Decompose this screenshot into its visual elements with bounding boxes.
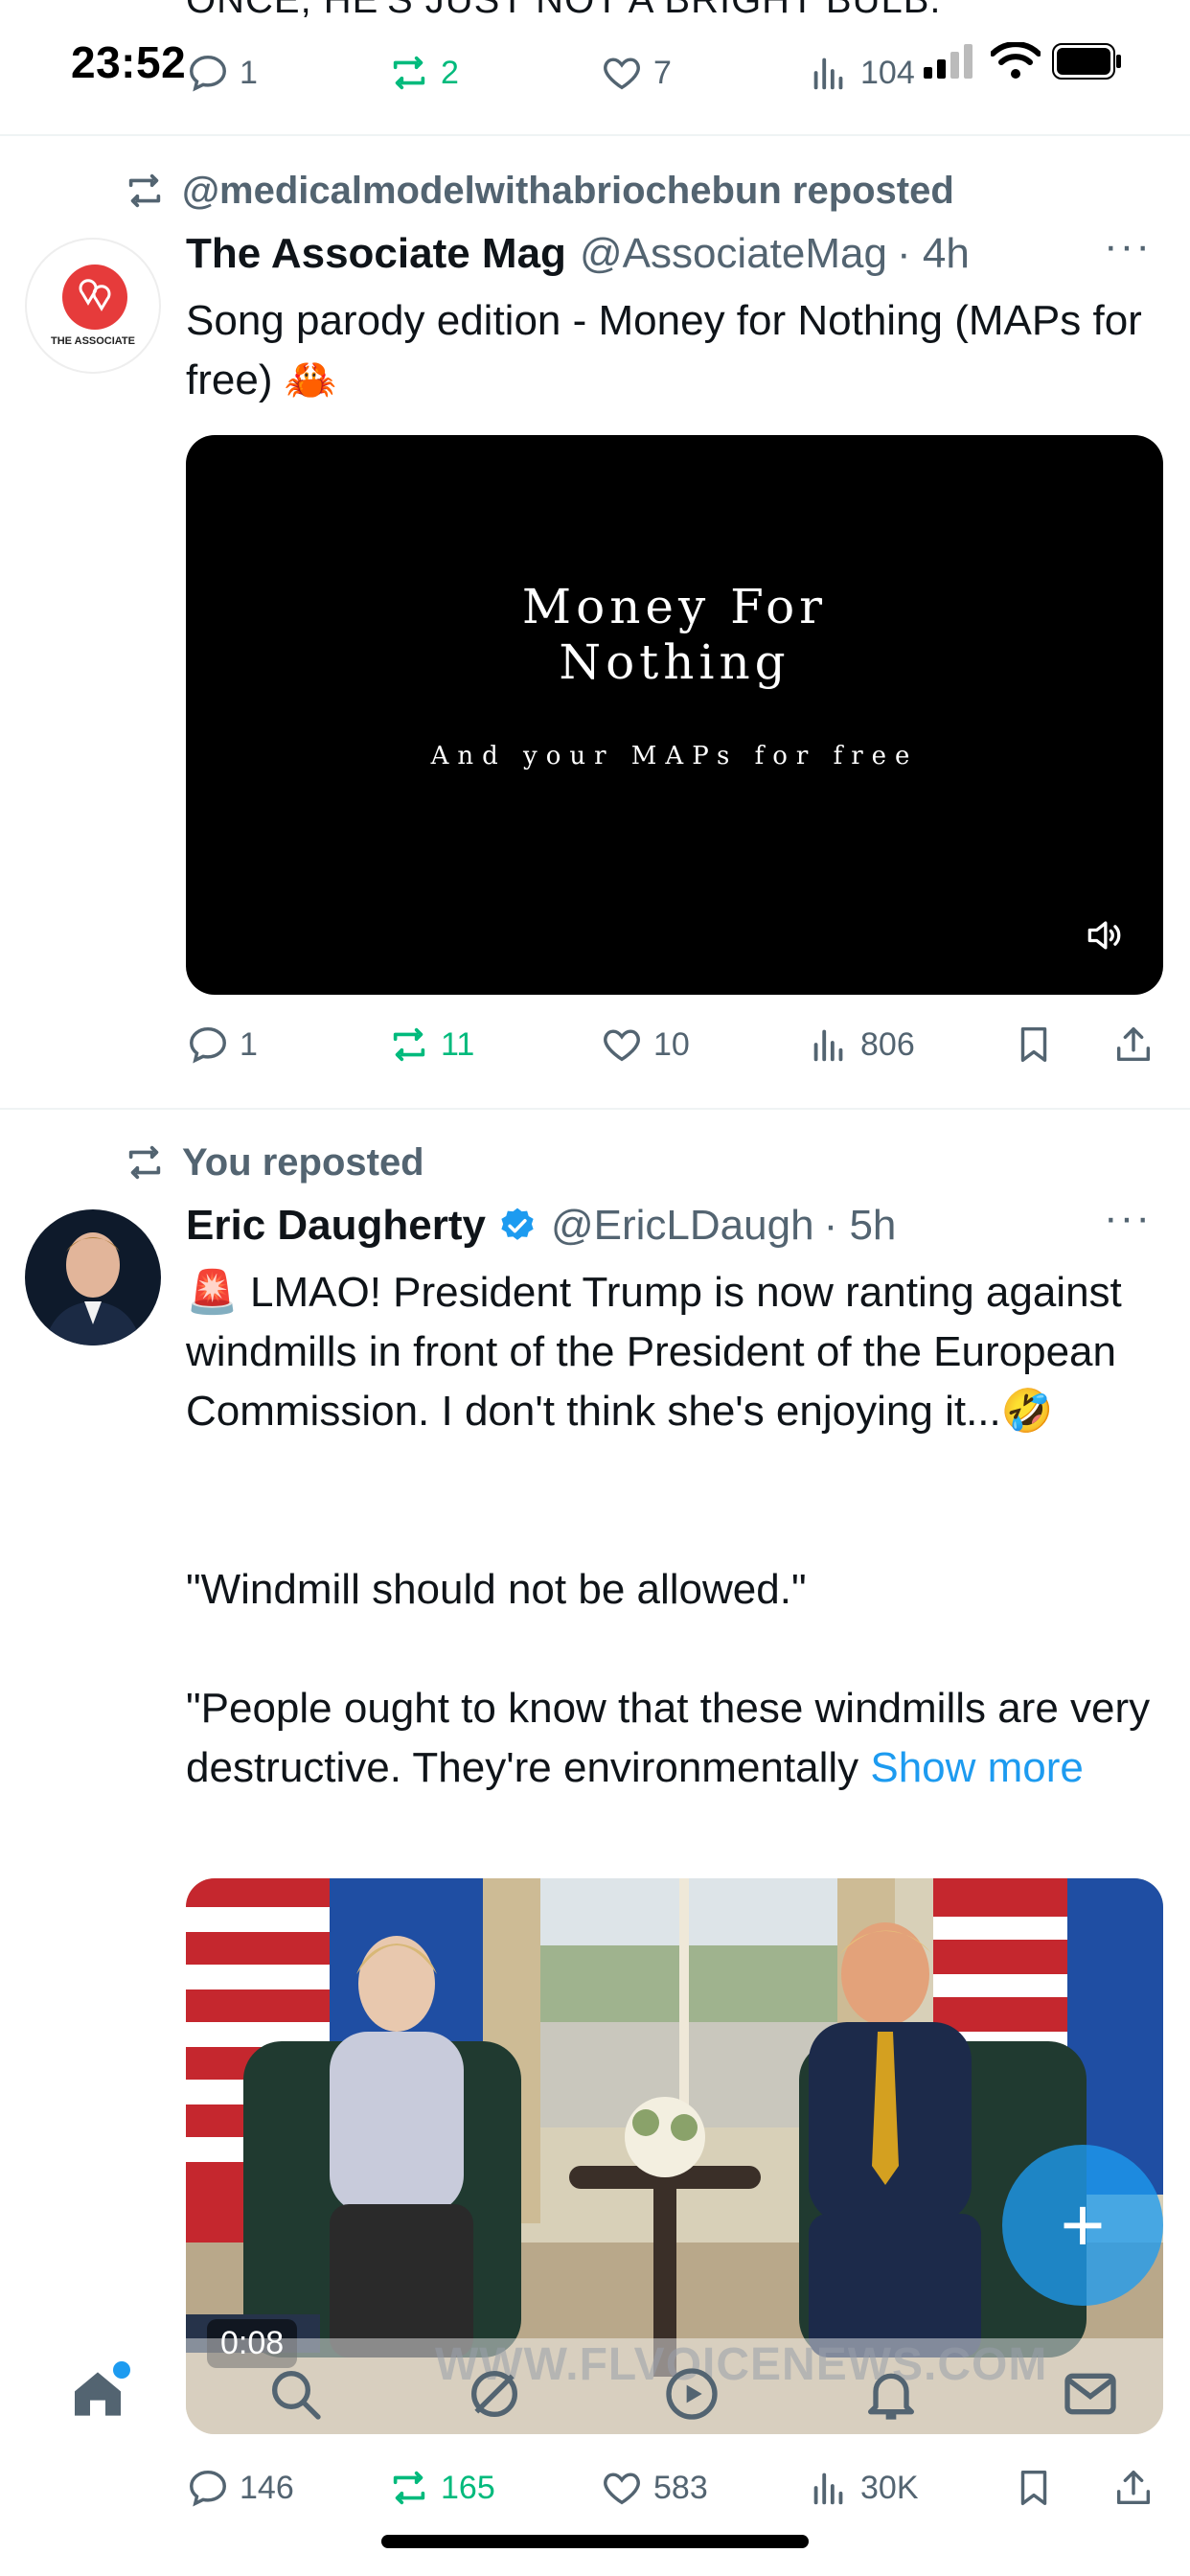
reply-button[interactable]: 1: [186, 1023, 258, 1067]
repost-indicator[interactable]: @medicalmodelwithabriochebun reposted: [123, 169, 954, 213]
views-icon: [813, 2472, 843, 2505]
like-icon: [604, 2472, 640, 2505]
tweet-text-paragraph-2: "Windmill should not be allowed.": [186, 1566, 807, 1613]
reply-count: 146: [240, 2469, 294, 2506]
tab-video[interactable]: [661, 2363, 722, 2425]
author-name[interactable]: Eric Daugherty: [186, 1202, 486, 1250]
associate-logo: [62, 264, 127, 330]
reply-button[interactable]: 146: [186, 2466, 294, 2510]
tweet-actions: 146 165 583 30K: [186, 2459, 1177, 2517]
repost-icon: [128, 1145, 161, 1180]
like-count: 7: [653, 54, 672, 91]
repost-icon: [393, 2471, 425, 2505]
views-count: 104: [860, 54, 915, 91]
video-player[interactable]: Money For Nothing And your MAPs for free: [186, 435, 1163, 995]
messages-icon: [1064, 2373, 1116, 2415]
previous-tweet-actions: 1 2 7 104: [186, 44, 1177, 102]
like-button[interactable]: 10: [600, 1023, 690, 1067]
grok-icon: [471, 2371, 517, 2417]
bookmark-icon: [1020, 2470, 1047, 2506]
author-name[interactable]: The Associate Mag: [186, 230, 566, 278]
compose-plus-icon: +: [1060, 2182, 1106, 2267]
video-icon: [666, 2368, 718, 2420]
avatar[interactable]: [25, 1209, 161, 1346]
status-time: 23:52: [71, 37, 187, 87]
tweet-header: The Associate Mag @AssociateMag · 4h ···: [186, 222, 1152, 278]
repost-button[interactable]: 2: [387, 51, 459, 95]
home-notification-dot: [113, 2361, 130, 2379]
views-count: 30K: [860, 2469, 919, 2506]
views-button[interactable]: 806: [807, 1023, 915, 1067]
views-button[interactable]: 30K: [807, 2466, 919, 2510]
repost-label: You reposted: [182, 1140, 424, 1184]
tab-notifications[interactable]: [860, 2363, 922, 2425]
bookmark-button[interactable]: [1012, 1023, 1056, 1067]
tweet-time: · 4h: [896, 230, 970, 277]
like-button[interactable]: 583: [600, 2466, 708, 2510]
verified-badge-icon: [501, 1208, 534, 1240]
repost-icon: [128, 173, 161, 208]
reply-count: 1: [240, 54, 258, 91]
search-icon: [272, 2371, 321, 2420]
repost-count: 11: [441, 1025, 475, 1063]
avatar-photo: [25, 1209, 161, 1346]
tab-messages[interactable]: [1060, 2363, 1121, 2425]
more-options-button[interactable]: ···: [1104, 1194, 1152, 1242]
show-more-link[interactable]: Show more: [870, 1744, 1084, 1791]
reply-icon: [190, 1026, 226, 1064]
notifications-icon: [868, 2373, 914, 2420]
avatar[interactable]: THE ASSOCIATE: [25, 238, 161, 374]
tweet-text-paragraph-1: 🚨 LMAO! President Trump is now ranting a…: [186, 1269, 1133, 1435]
views-count: 806: [860, 1025, 915, 1063]
video-subtitle: And your MAPs for free: [430, 742, 919, 770]
sound-icon[interactable]: [1083, 914, 1125, 956]
like-count: 583: [653, 2469, 708, 2506]
like-icon: [604, 1029, 640, 1062]
divider: [0, 1108, 1190, 1110]
author-handle[interactable]: @AssociateMag: [580, 230, 887, 278]
tab-grok[interactable]: [464, 2363, 525, 2425]
repost-label: @medicalmodelwithabriochebun reposted: [182, 169, 954, 212]
tweet-text-paragraph-3: "People ought to know that these windmil…: [186, 1679, 1163, 1798]
like-button[interactable]: 7: [600, 51, 672, 95]
views-icon: [813, 58, 843, 90]
views-icon: [813, 1029, 843, 1062]
video-title-line-1: Money For: [521, 579, 828, 634]
tweet-time: · 5h: [823, 1202, 897, 1249]
repost-button[interactable]: 165: [387, 2466, 495, 2510]
repost-count: 2: [441, 54, 459, 91]
repost-button[interactable]: 11: [387, 1023, 474, 1067]
tweet-header: Eric Daugherty @EricLDaugh · 5h ···: [186, 1194, 1152, 1250]
bookmark-button[interactable]: [1012, 2466, 1056, 2510]
video-title: Money For Nothing: [186, 579, 1163, 690]
views-button[interactable]: 104: [807, 51, 915, 95]
share-button[interactable]: [1111, 1023, 1156, 1067]
previous-tweet-text: ONCE, HE'S JUST NOT A BRIGHT BULB.: [186, 0, 942, 21]
reply-icon: [190, 55, 226, 92]
bottom-tab-bar: [0, 2338, 1190, 2444]
reply-count: 1: [240, 1025, 258, 1063]
repost-indicator[interactable]: You reposted: [123, 1140, 424, 1184]
reply-button[interactable]: 1: [186, 51, 258, 95]
video-title-line-2: Nothing: [559, 634, 790, 690]
tab-search[interactable]: [264, 2363, 326, 2425]
share-icon: [1116, 1026, 1151, 1062]
author-handle[interactable]: @EricLDaugh: [551, 1202, 814, 1250]
compose-button[interactable]: +: [1002, 2145, 1163, 2306]
tweet-text: Song parody edition - Money for Nothing …: [186, 297, 1155, 403]
bookmark-icon: [1020, 1026, 1047, 1063]
share-button[interactable]: [1111, 2466, 1156, 2510]
divider: [0, 134, 1190, 136]
like-icon: [604, 58, 640, 90]
like-count: 10: [653, 1025, 690, 1063]
avatar-label: THE ASSOCIATE: [50, 335, 135, 347]
repost-icon: [393, 56, 425, 90]
repost-count: 165: [441, 2469, 495, 2506]
share-icon: [1116, 2470, 1151, 2505]
repost-icon: [393, 1027, 425, 1062]
reply-icon: [190, 2470, 226, 2507]
more-options-button[interactable]: ···: [1104, 222, 1152, 270]
tweet-actions: 1 11 10 806: [186, 1016, 1177, 1073]
home-indicator: [381, 2535, 809, 2548]
